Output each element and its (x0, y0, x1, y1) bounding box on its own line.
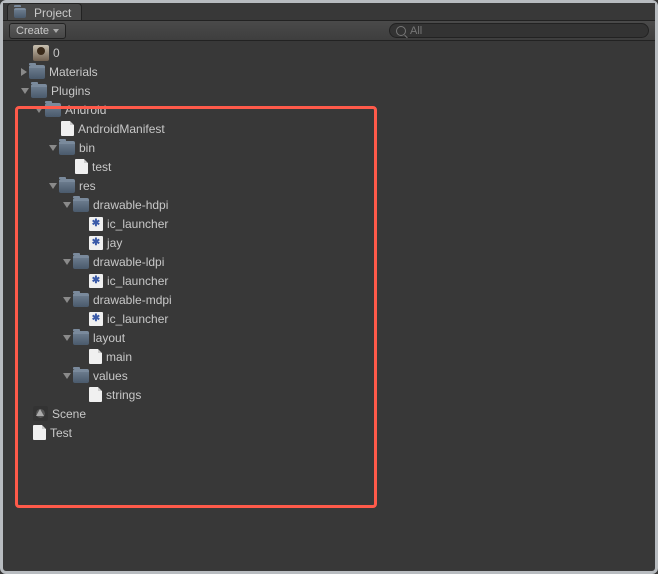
create-button[interactable]: Create (9, 23, 66, 39)
tree-row[interactable]: values (3, 366, 655, 385)
disclosure-arrow-icon[interactable] (49, 145, 57, 151)
arrow-spacer (49, 124, 59, 134)
folder-icon (59, 141, 75, 155)
tree-item-label: ic_launcher (107, 274, 168, 288)
disclosure-arrow-icon[interactable] (49, 183, 57, 189)
image-icon: ✱ (89, 312, 103, 326)
tree-row[interactable]: ✱ ic_launcher (3, 309, 655, 328)
arrow-spacer (77, 314, 87, 324)
disclosure-arrow-icon[interactable] (21, 88, 29, 94)
tree-item-label: Android (65, 103, 106, 117)
unity-scene-icon (33, 406, 48, 421)
tree-item-label: ic_launcher (107, 217, 168, 231)
tree-row[interactable]: Test (3, 423, 655, 442)
tree-row[interactable]: drawable-mdpi (3, 290, 655, 309)
tree-row[interactable]: ✱ ic_launcher (3, 214, 655, 233)
document-icon (33, 425, 46, 440)
tree-row[interactable]: Android (3, 100, 655, 119)
image-icon: ✱ (89, 217, 103, 231)
tree-item-label: res (79, 179, 96, 193)
folder-icon (73, 369, 89, 383)
folder-icon (73, 198, 89, 212)
tree-item-label: AndroidManifest (78, 122, 165, 136)
arrow-spacer (21, 409, 31, 419)
tree-item-label: jay (107, 236, 122, 250)
disclosure-arrow-icon[interactable] (63, 202, 71, 208)
tree-row[interactable]: Materials (3, 62, 655, 81)
tree-item-label: drawable-mdpi (93, 293, 172, 307)
search-field[interactable] (389, 23, 649, 38)
document-icon (89, 387, 102, 402)
image-icon: ✱ (89, 236, 103, 250)
tree-row[interactable]: strings (3, 385, 655, 404)
tree-row[interactable]: 0 (3, 43, 655, 62)
folder-icon (59, 179, 75, 193)
tree-row[interactable]: main (3, 347, 655, 366)
arrow-spacer (77, 390, 87, 400)
folder-icon (73, 293, 89, 307)
tree-item-label: drawable-hdpi (93, 198, 168, 212)
tree-item-label: layout (93, 331, 125, 345)
document-icon (89, 349, 102, 364)
tree-item-label: Scene (52, 407, 86, 421)
folder-icon (73, 255, 89, 269)
tree-item-label: Test (50, 426, 72, 440)
document-icon (75, 159, 88, 174)
folder-icon (31, 84, 47, 98)
disclosure-arrow-icon[interactable] (63, 259, 71, 265)
avatar-icon (33, 45, 49, 61)
tree-item-label: Materials (49, 65, 98, 79)
tree-row[interactable]: Scene (3, 404, 655, 423)
tree-item-label: bin (79, 141, 95, 155)
tree-item-label: drawable-ldpi (93, 255, 164, 269)
folder-icon (14, 8, 26, 18)
tree-row[interactable]: drawable-ldpi (3, 252, 655, 271)
tab-label: Project (34, 6, 71, 20)
disclosure-arrow-icon[interactable] (21, 68, 27, 76)
disclosure-arrow-icon[interactable] (63, 297, 71, 303)
tab-bar: Project (3, 3, 655, 21)
tab-project[interactable]: Project (7, 3, 82, 20)
toolbar: Create (3, 21, 655, 41)
arrow-spacer (21, 48, 31, 58)
arrow-spacer (77, 238, 87, 248)
tree-row[interactable]: bin (3, 138, 655, 157)
arrow-spacer (77, 352, 87, 362)
tree-row[interactable]: res (3, 176, 655, 195)
tree-item-label: strings (106, 388, 141, 402)
project-tree[interactable]: 0 Materials Plugins Android AndroidManifest b… (3, 41, 655, 571)
image-icon: ✱ (89, 274, 103, 288)
tree-item-label: values (93, 369, 128, 383)
arrow-spacer (21, 428, 31, 438)
folder-icon (45, 103, 61, 117)
disclosure-arrow-icon[interactable] (63, 335, 71, 341)
document-icon (61, 121, 74, 136)
tree-row[interactable]: drawable-hdpi (3, 195, 655, 214)
chevron-down-icon (53, 29, 59, 33)
create-label: Create (16, 25, 49, 37)
tree-row[interactable]: AndroidManifest (3, 119, 655, 138)
arrow-spacer (77, 276, 87, 286)
folder-icon (29, 65, 45, 79)
arrow-spacer (63, 162, 73, 172)
project-panel: Project Create 0 Materials Plugins Android A… (3, 3, 655, 571)
tree-item-label: Plugins (51, 84, 90, 98)
disclosure-arrow-icon[interactable] (63, 373, 71, 379)
folder-icon (73, 331, 89, 345)
tree-item-label: 0 (53, 46, 60, 60)
arrow-spacer (77, 219, 87, 229)
tree-row[interactable]: test (3, 157, 655, 176)
tree-row[interactable]: ✱ jay (3, 233, 655, 252)
tree-item-label: test (92, 160, 111, 174)
tree-item-label: main (106, 350, 132, 364)
tree-item-label: ic_launcher (107, 312, 168, 326)
tree-row[interactable]: Plugins (3, 81, 655, 100)
search-icon (396, 26, 406, 36)
disclosure-arrow-icon[interactable] (35, 107, 43, 113)
search-input[interactable] (410, 25, 642, 37)
tree-row[interactable]: layout (3, 328, 655, 347)
tree-row[interactable]: ✱ ic_launcher (3, 271, 655, 290)
